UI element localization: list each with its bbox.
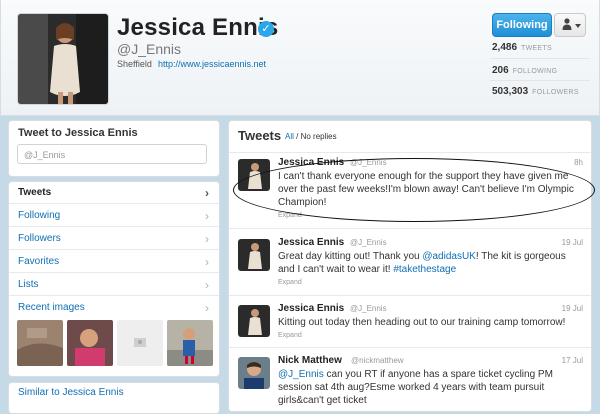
recent-image-thumbnail[interactable] [67,320,113,366]
divider [229,152,591,153]
nav-item-followers[interactable]: Followers › [9,228,219,250]
profile-name: Jessica Ennis [117,14,279,41]
tweet-timestamp[interactable]: 8h [574,158,583,167]
chevron-down-icon [575,24,581,28]
stats-divider [490,58,590,59]
stat-following[interactable]: 206 FOLLOWING [492,65,557,76]
tweet-expand-link[interactable]: Expand [278,332,302,339]
chevron-right-icon: › [205,278,209,292]
tweet-author[interactable]: Jessica Ennis [278,303,344,314]
tweet-item[interactable]: Jessica Ennis @J_Ennis 19 Jul Kitting ou… [229,300,591,347]
nav-item-favorites[interactable]: Favorites › [9,251,219,273]
verified-check-icon: ✓ [258,21,274,37]
following-button[interactable]: Following [492,13,552,37]
tweets-filter: All / No replies [285,132,337,141]
filter-all-link[interactable]: All [285,132,294,141]
profile-avatar[interactable] [17,13,109,105]
tweet-username[interactable]: @J_Ennis [350,304,387,313]
recent-image-thumbnail[interactable] [167,320,213,366]
tweet-to-title: Tweet to Jessica Ennis [18,127,138,139]
tweet-expand-link[interactable]: Expand [278,279,302,286]
stats-divider [490,80,590,81]
nav-item-lists[interactable]: Lists › [9,274,219,296]
user-actions-dropdown[interactable] [554,13,586,37]
divider [229,347,591,348]
recent-image-thumbnail[interactable] [17,320,63,366]
tweet-author[interactable]: Nick Matthew [278,355,342,366]
tweet-item[interactable]: Jessica Ennis @J_Ennis 19 Jul Great day … [229,234,591,294]
tweet-avatar[interactable] [238,239,270,271]
stat-tweets[interactable]: 2,486 TWEETS [492,42,552,53]
profile-handle: @J_Ennis [117,41,182,57]
tweet-item[interactable]: Nick Matthew @nickmatthew 17 Jul @J_Enni… [229,352,591,411]
tweet-avatar[interactable] [238,357,270,389]
mention-link[interactable]: @J_Ennis [278,369,324,380]
tweet-avatar[interactable] [238,305,270,337]
person-icon [562,18,572,30]
chevron-right-icon: › [205,301,209,315]
tweet-author[interactable]: Jessica Ennis [278,237,344,248]
chevron-right-icon: › [205,232,209,246]
mention-link[interactable]: @adidasUK [422,251,476,262]
chevron-right-icon: › [205,186,209,200]
nav-item-following[interactable]: Following › [9,205,219,227]
tweet-text: @J_Ennis can you RT if anyone has a spar… [278,369,553,406]
chevron-right-icon: › [205,209,209,223]
profile-nav: Tweets › Following › Followers › Favorites ›… [8,181,220,377]
tweet-username[interactable]: @J_Ennis [350,238,387,247]
recent-image-thumbnail[interactable] [117,320,163,366]
nav-item-recent-images[interactable]: Recent images › [9,297,219,319]
hashtag-link[interactable]: #takethestage [393,264,456,275]
chevron-right-icon: › [205,255,209,269]
divider [229,228,591,229]
tweet-timestamp[interactable]: 17 Jul [562,356,583,365]
profile-location: Sheffield [117,59,152,69]
tweet-text: Great day kitting out! Thank you @adidas… [278,251,566,275]
tweet-to-input[interactable]: @J_Ennis [17,144,207,164]
divider [229,295,591,296]
tweet-to-module: Tweet to Jessica Ennis @J_Ennis [8,120,220,177]
tweet-timestamp[interactable]: 19 Jul [562,238,583,247]
similar-to-module[interactable]: Similar to Jessica Ennis [8,382,220,414]
similar-to-label: Similar to Jessica Ennis [18,387,124,398]
profile-website-link[interactable]: http://www.jessicaennis.net [158,59,266,69]
nav-item-tweets[interactable]: Tweets › [9,182,219,204]
tweet-username[interactable]: @nickmatthew [351,356,404,365]
tweet-text: Kitting out today then heading out to ou… [278,317,566,328]
stat-followers[interactable]: 503,303 FOLLOWERS [492,86,579,97]
tweets-title: Tweets [238,128,282,143]
filter-no-replies-link[interactable]: No replies [301,132,337,141]
highlight-ellipse [233,158,595,222]
tweet-timestamp[interactable]: 19 Jul [562,304,583,313]
